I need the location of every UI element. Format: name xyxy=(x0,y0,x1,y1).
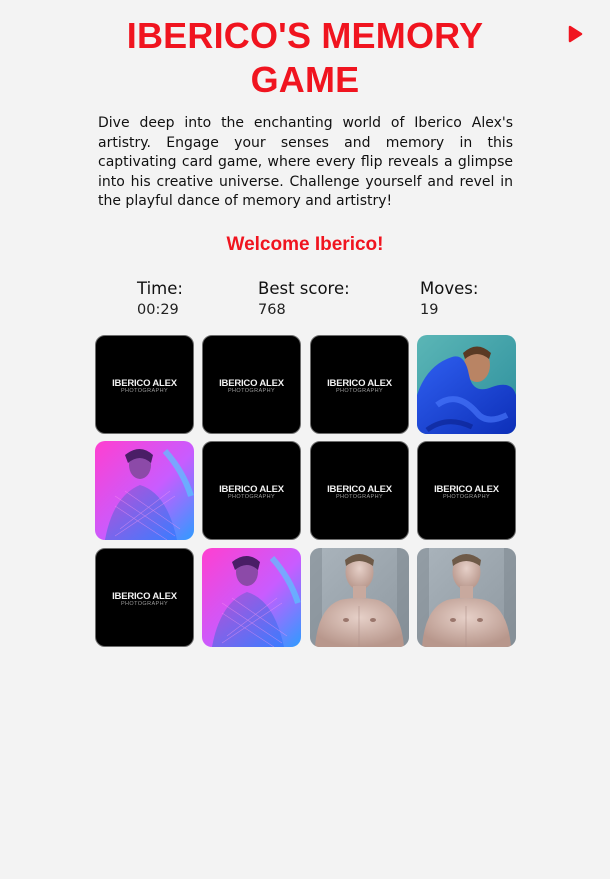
card-logo: IBERICO ALEX PHOTOGRAPHY xyxy=(203,485,300,500)
game-title: IBERICO'S MEMORY GAME xyxy=(126,15,484,100)
card-logo: IBERICO ALEX PHOTOGRAPHY xyxy=(203,379,300,394)
memory-card-revealed[interactable] xyxy=(310,548,409,647)
memory-card-revealed[interactable] xyxy=(417,548,516,647)
shirtless-portrait-image xyxy=(310,548,409,647)
card-logo-sub: PHOTOGRAPHY xyxy=(442,493,491,500)
play-button[interactable] xyxy=(563,22,587,46)
moves-value: 19 xyxy=(420,302,439,318)
moves-stat: Moves: 19 xyxy=(420,278,478,321)
pink-neon-portrait-image xyxy=(202,548,301,647)
time-label: Time: xyxy=(137,279,183,298)
welcome-message: Welcome Iberico! xyxy=(226,234,384,255)
play-icon xyxy=(568,25,583,43)
shirtless-portrait-image xyxy=(417,548,516,647)
memory-card-revealed[interactable] xyxy=(202,548,301,647)
card-logo-sub: PHOTOGRAPHY xyxy=(335,387,384,394)
blue-hood-portrait-image xyxy=(417,335,516,434)
card-logo-sub: PHOTOGRAPHY xyxy=(227,387,276,394)
card-logo: IBERICO ALEX PHOTOGRAPHY xyxy=(96,592,193,607)
memory-card-hidden[interactable]: IBERICO ALEX PHOTOGRAPHY xyxy=(310,335,409,434)
memory-card-hidden[interactable]: IBERICO ALEX PHOTOGRAPHY xyxy=(202,335,301,434)
memory-card-hidden[interactable]: IBERICO ALEX PHOTOGRAPHY xyxy=(95,335,194,434)
card-logo-sub: PHOTOGRAPHY xyxy=(120,387,169,394)
best-score-value: 768 xyxy=(258,302,286,318)
memory-card-hidden[interactable]: IBERICO ALEX PHOTOGRAPHY xyxy=(202,441,301,540)
card-logo: IBERICO ALEX PHOTOGRAPHY xyxy=(311,485,408,500)
memory-card-hidden[interactable]: IBERICO ALEX PHOTOGRAPHY xyxy=(417,441,516,540)
memory-card-hidden[interactable]: IBERICO ALEX PHOTOGRAPHY xyxy=(95,548,194,647)
time-value: 00:29 xyxy=(137,302,179,318)
card-logo: IBERICO ALEX PHOTOGRAPHY xyxy=(418,485,515,500)
moves-label: Moves: xyxy=(420,279,479,298)
card-logo: IBERICO ALEX PHOTOGRAPHY xyxy=(311,379,408,394)
card-logo-sub: PHOTOGRAPHY xyxy=(335,493,384,500)
best-score-stat: Best score: 768 xyxy=(258,278,350,321)
card-logo-sub: PHOTOGRAPHY xyxy=(120,600,169,607)
time-stat: Time: 00:29 xyxy=(137,278,183,321)
pink-neon-portrait-image xyxy=(95,441,194,540)
card-logo: IBERICO ALEX PHOTOGRAPHY xyxy=(96,379,193,394)
memory-card-revealed[interactable] xyxy=(417,335,516,434)
game-description: Dive deep into the enchanting world of I… xyxy=(98,115,513,209)
memory-card-hidden[interactable]: IBERICO ALEX PHOTOGRAPHY xyxy=(310,441,409,540)
card-logo-sub: PHOTOGRAPHY xyxy=(227,493,276,500)
best-score-label: Best score: xyxy=(258,279,350,298)
memory-card-revealed[interactable] xyxy=(95,441,194,540)
